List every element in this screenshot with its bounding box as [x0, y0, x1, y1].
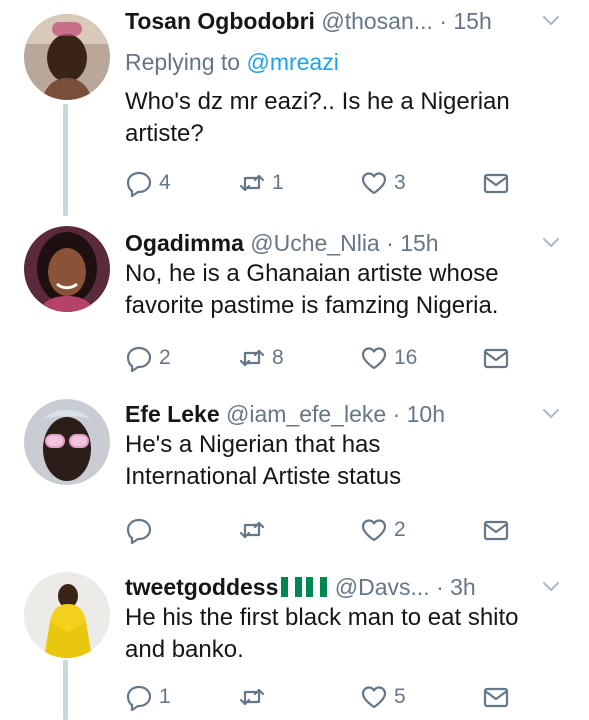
tweet-header: Tosan Ogbodobri @thosan... · 15h [125, 4, 569, 38]
tweet-text: Who's dz mr eazi?.. Is he a Nigerian art… [125, 88, 510, 147]
reply-icon [125, 683, 153, 711]
like-count: 2 [394, 518, 406, 541]
avatar[interactable] [24, 226, 110, 312]
like-count: 5 [394, 685, 406, 708]
tweet[interactable]: Efe Leke @iam_efe_leke · 10h He's a Nige… [0, 393, 589, 558]
display-name[interactable]: Ogadimma [125, 230, 244, 256]
heart-icon [360, 169, 388, 197]
heart-icon [360, 516, 388, 544]
like-button[interactable]: 16 [360, 343, 417, 373]
reply-icon [125, 344, 153, 372]
username[interactable]: @iam_efe_leke [226, 401, 386, 427]
retweet-button[interactable] [238, 515, 272, 545]
retweet-icon [238, 169, 266, 197]
tweet-header: tweetgoddess @Davs... · 3h [125, 570, 569, 604]
tweet-text: He's a Nigerian that has International A… [125, 431, 402, 490]
retweet-count: 8 [272, 346, 284, 369]
replying-to: Replying to @mreazi [125, 45, 339, 79]
separator-dot: · [386, 230, 394, 256]
reply-icon [125, 169, 153, 197]
like-count: 3 [394, 171, 406, 194]
reply-button[interactable]: 1 [125, 682, 171, 712]
chevron-down-icon[interactable] [541, 232, 561, 252]
like-button[interactable]: 3 [360, 168, 406, 198]
heart-icon [360, 683, 388, 711]
replying-to-label: Replying to [125, 49, 241, 75]
dm-button[interactable] [482, 515, 516, 545]
timestamp[interactable]: 15h [453, 8, 491, 34]
like-button[interactable]: 2 [360, 515, 406, 545]
timestamp[interactable]: 15h [400, 230, 438, 256]
tweet-actions: 2 8 16 [125, 343, 545, 373]
avatar[interactable] [24, 14, 110, 100]
username[interactable]: @Davs... [335, 574, 430, 600]
envelope-icon [482, 169, 510, 197]
timestamp[interactable]: 3h [450, 574, 476, 600]
dm-button[interactable] [482, 682, 516, 712]
display-name[interactable]: Efe Leke [125, 401, 220, 427]
heart-icon [360, 344, 388, 372]
tweet[interactable]: Tosan Ogbodobri @thosan... · 15h Replyin… [0, 0, 589, 216]
retweet-button[interactable]: 8 [238, 343, 284, 373]
timestamp[interactable]: 10h [407, 401, 445, 427]
tweet-actions: 1 5 [125, 682, 545, 712]
reply-count: 2 [159, 346, 171, 369]
tweet-text: He his the first black man to eat shito … [125, 604, 519, 663]
retweet-button[interactable]: 1 [238, 168, 284, 198]
retweet-count: 1 [272, 171, 284, 194]
reply-button[interactable]: 2 [125, 343, 171, 373]
tweet-header: Efe Leke @iam_efe_leke · 10h [125, 397, 569, 431]
username[interactable]: @Uche_Nlia [250, 230, 379, 256]
envelope-icon [482, 683, 510, 711]
thread-line [63, 104, 68, 216]
tweet[interactable]: tweetgoddess @Davs... · 3h He his the fi… [0, 566, 589, 720]
like-button[interactable]: 5 [360, 682, 406, 712]
reply-count: 1 [159, 685, 171, 708]
reply-count: 4 [159, 171, 171, 194]
separator-dot: · [436, 574, 444, 600]
tweet-actions: 4 1 3 [125, 168, 545, 198]
chevron-down-icon[interactable] [541, 10, 561, 30]
reply-icon [125, 516, 153, 544]
tweet-actions: 2 [125, 515, 545, 545]
chevron-down-icon[interactable] [541, 403, 561, 423]
avatar[interactable] [24, 572, 110, 658]
nigeria-flag-icon [306, 572, 328, 597]
thread-line [63, 660, 68, 720]
retweet-icon [238, 683, 266, 711]
display-name[interactable]: Tosan Ogbodobri [125, 8, 315, 34]
chevron-down-icon[interactable] [541, 576, 561, 596]
display-name[interactable]: tweetgoddess [125, 574, 278, 600]
retweet-icon [238, 344, 266, 372]
retweet-icon [238, 516, 266, 544]
tweet[interactable]: Ogadimma @Uche_Nlia · 15h No, he is a Gh… [0, 220, 589, 385]
avatar[interactable] [24, 399, 110, 485]
envelope-icon [482, 344, 510, 372]
separator-dot: · [392, 401, 401, 427]
mention-link[interactable]: @mreazi [246, 49, 338, 75]
tweet-header: Ogadimma @Uche_Nlia · 15h [125, 226, 569, 260]
reply-button[interactable]: 4 [125, 168, 171, 198]
like-count: 16 [394, 346, 418, 369]
nigeria-flag-icon [281, 572, 303, 597]
retweet-button[interactable] [238, 682, 272, 712]
dm-button[interactable] [482, 343, 516, 373]
separator-dot: · [439, 8, 447, 34]
tweet-text: No, he is a Ghanaian artiste whose favor… [125, 260, 499, 319]
reply-button[interactable] [125, 515, 159, 545]
dm-button[interactable] [482, 168, 516, 198]
envelope-icon [482, 516, 510, 544]
username[interactable]: @thosan... [321, 8, 433, 34]
